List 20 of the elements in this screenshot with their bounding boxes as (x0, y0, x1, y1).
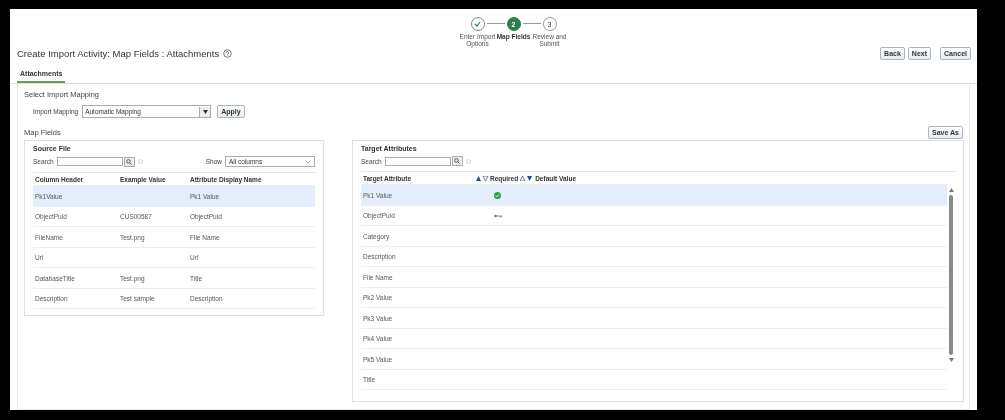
search-icon (126, 158, 133, 165)
search-icon (454, 158, 461, 165)
info-icon (465, 158, 471, 164)
sort-icon[interactable] (520, 175, 533, 181)
help-icon[interactable] (223, 49, 233, 59)
scroll-down-icon[interactable] (948, 358, 954, 363)
sort-icon[interactable] (476, 175, 488, 181)
scroll-up-icon[interactable] (948, 188, 954, 193)
search-button[interactable] (451, 156, 463, 167)
chevron-icon (305, 159, 311, 164)
check-icon (474, 21, 481, 27)
caret-icon (202, 109, 208, 114)
key-icon (494, 213, 502, 218)
check-circle-icon (494, 191, 501, 199)
search-button[interactable] (123, 156, 135, 167)
search-field[interactable] (384, 156, 451, 166)
search-field[interactable] (56, 157, 123, 167)
step-marker[interactable] (470, 17, 485, 31)
info-icon (137, 159, 143, 165)
page-title: Create Import Activity: Map Fields : Attachments (17, 48, 220, 60)
